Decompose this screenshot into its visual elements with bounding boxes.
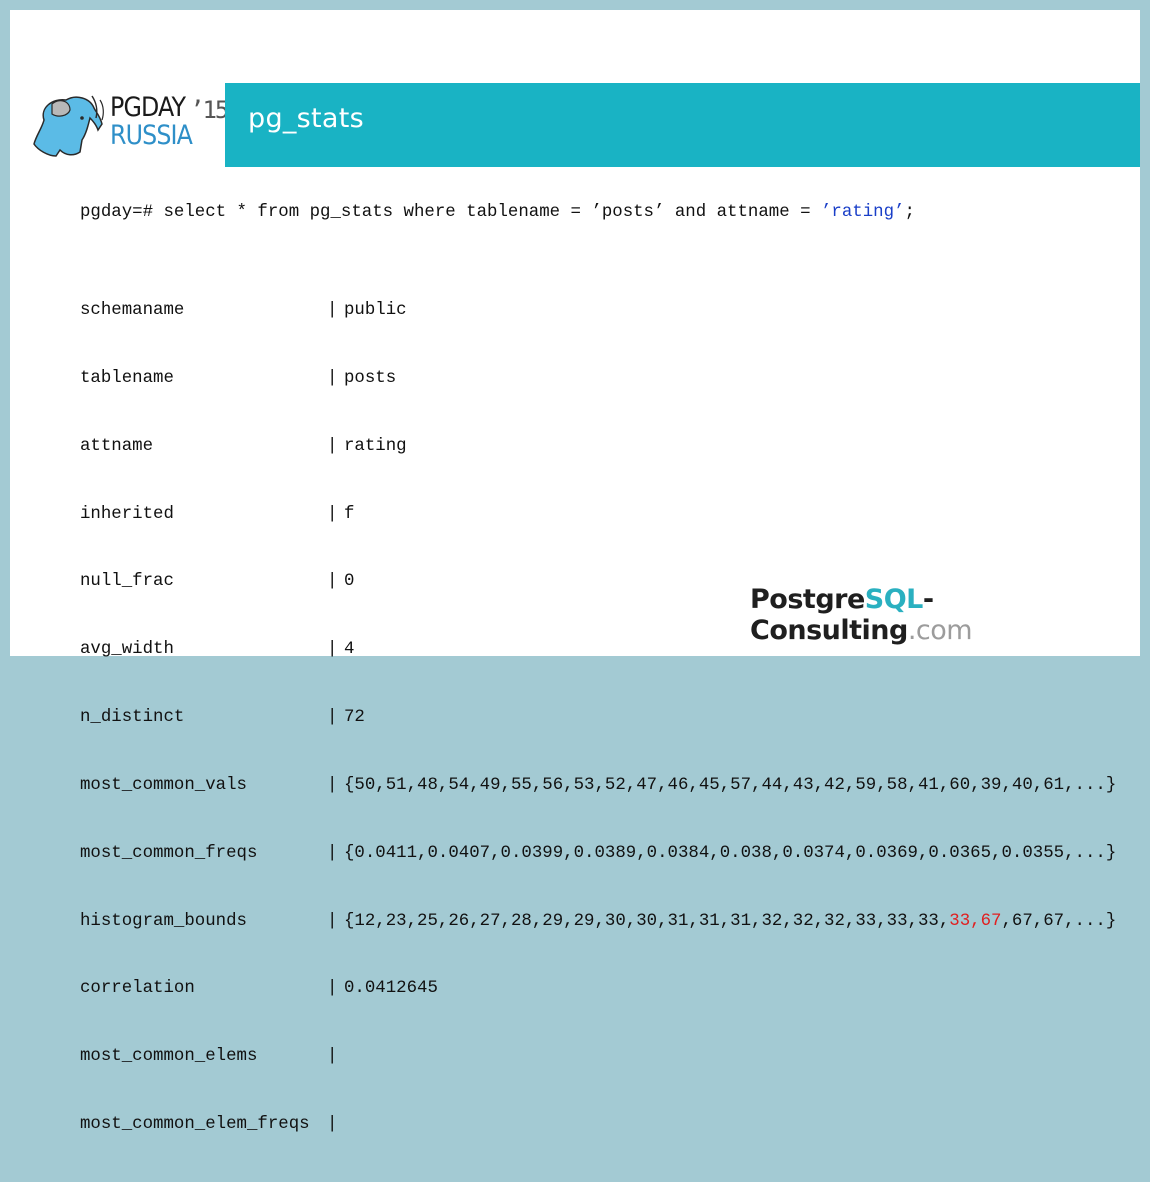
row-value: 4 [344, 640, 355, 660]
brand-part-postgre: Postgre [750, 584, 865, 615]
row-label: most_common_freqs [80, 843, 258, 863]
table-row: most_common_elems | [80, 1046, 337, 1076]
table-row: n_distinct | 72 [80, 707, 365, 737]
column-separator: | [327, 708, 338, 728]
row-label: null_frac [80, 572, 174, 592]
column-separator: | [327, 436, 338, 456]
logo-year-text: ’15 [190, 96, 229, 124]
table-row: attname | rating [80, 436, 407, 466]
logo-pgday-text: PGDAY [110, 92, 186, 123]
table-row: most_common_vals | {50,51,48,54,49,55,56,5… [80, 775, 1116, 805]
histogram-bounds-start: {12,23,25,26,27,28,29,29,30,30,31,31,31,… [344, 911, 950, 931]
table-row: null_frac | 0 [80, 571, 354, 601]
column-separator: | [327, 640, 338, 660]
column-separator: | [327, 301, 338, 320]
row-label: n_distinct [80, 708, 185, 728]
row-label: most_common_elem_freqs [80, 1115, 310, 1135]
table-row: avg_width | 4 [80, 639, 354, 669]
column-separator: | [327, 775, 338, 795]
row-value: {0.0411,0.0407,0.0399,0.0389,0.0384,0.03… [344, 843, 1117, 863]
table-row: inherited | f [80, 504, 354, 534]
psql-prompt: pgday=# [80, 203, 164, 222]
row-label: correlation [80, 979, 195, 999]
column-separator: | [327, 572, 338, 592]
row-label: inherited [80, 504, 174, 524]
page-title: pg_stats [248, 103, 365, 134]
row-value: f [344, 504, 355, 524]
histogram-bounds-end: ,67,67,...} [1001, 911, 1117, 931]
row-label: histogram_bounds [80, 911, 247, 931]
row-label: attname [80, 436, 154, 456]
query-terminator: ; [904, 203, 915, 222]
result-table: schemaname | public tablename | posts attnam… [80, 262, 1116, 1182]
row-value: posts [344, 368, 397, 388]
row-value: public [344, 301, 407, 320]
pgday-logo: PGDAY ’15 RUSSIA [30, 90, 230, 170]
table-row: most_common_freqs | {0.0411,0.0407,0.0399,… [80, 843, 1116, 873]
row-label: avg_width [80, 640, 174, 660]
column-separator: | [327, 979, 338, 999]
title-banner: pg_stats [225, 83, 1140, 167]
row-label: most_common_elems [80, 1047, 258, 1067]
row-label: most_common_vals [80, 775, 247, 795]
elephant-icon [33, 95, 104, 157]
query-text: select * from pg_stats where tablename =… [163, 203, 821, 222]
column-separator: | [327, 911, 338, 931]
column-separator: | [327, 1047, 338, 1067]
row-value: {12,23,25,26,27,28,29,29,30,30,31,31,31,… [344, 911, 1116, 933]
column-separator: | [327, 843, 338, 863]
postgresql-consulting-brand: PostgreSQL-Consulting.com [750, 584, 1140, 646]
slide: PGDAY ’15 RUSSIA pg_stats pgday=# select… [10, 10, 1140, 1134]
query-highlighted-literal: ’rating’ [820, 203, 905, 222]
row-value: {50,51,48,54,49,55,56,53,52,47,46,45,57,… [344, 775, 1117, 795]
row-value: 0 [344, 572, 355, 592]
table-row: correlation | 0.0412645 [80, 978, 438, 1008]
table-row: tablename | posts [80, 368, 396, 398]
row-value: 0.0412645 [344, 979, 438, 999]
table-row: most_common_elem_freqs | [80, 1114, 337, 1144]
histogram-bounds-highlight: 33,67 [949, 911, 1002, 931]
row-label: schemaname [80, 301, 185, 320]
logo-russia-text: RUSSIA [110, 120, 193, 151]
brand-part-com: .com [907, 615, 973, 646]
table-row: schemaname | public [80, 300, 407, 330]
row-value: rating [344, 436, 407, 456]
row-label: tablename [80, 368, 174, 388]
column-separator: | [327, 368, 338, 388]
column-separator: | [327, 504, 338, 524]
table-row: histogram_bounds | {12,23,25,26,27,28,29,2… [80, 911, 1116, 941]
column-separator: | [327, 1115, 338, 1135]
sql-query: pgday=# select * from pg_stats where tab… [80, 203, 915, 222]
row-value: 72 [344, 708, 365, 728]
brand-part-sql: SQL [864, 584, 924, 615]
